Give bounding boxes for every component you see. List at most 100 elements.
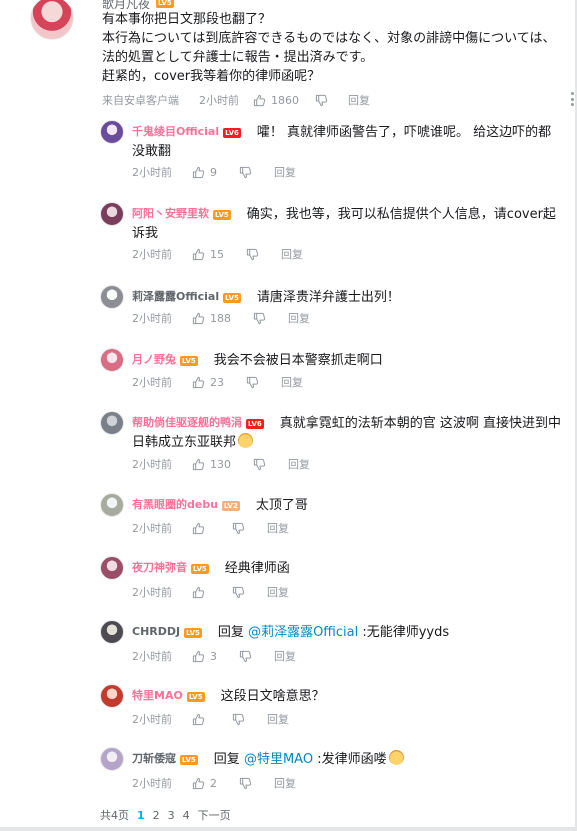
like-button[interactable]: 2: [192, 777, 217, 790]
dislike-button[interactable]: [239, 650, 252, 663]
avatar[interactable]: [100, 120, 124, 144]
like-button[interactable]: [192, 522, 210, 535]
reply-button[interactable]: 回复: [281, 246, 303, 262]
reply-text: 太顶了哥: [255, 498, 308, 513]
avatar[interactable]: [100, 411, 124, 435]
avatar[interactable]: [100, 620, 124, 644]
avatar[interactable]: [100, 684, 124, 708]
page-link[interactable]: 4: [183, 809, 190, 822]
like-count: 9: [210, 165, 217, 179]
reply-meta: 2小时前 188 回复: [132, 310, 310, 326]
comment-text: 有本事你把日文那段也翻了？ 本行為については到底許容できるものではなく、対象の誹…: [102, 10, 562, 86]
thumb-down-icon: [239, 166, 252, 179]
reply-button[interactable]: 回复: [288, 310, 310, 326]
comment-line: 法的処置として弁護士に報告・提出済みです。: [102, 50, 374, 65]
level-badge: LV5: [180, 356, 198, 366]
like-button[interactable]: 9: [192, 166, 217, 179]
page-total: 共4页: [100, 809, 129, 822]
timestamp: 2小时前: [132, 586, 172, 599]
reply-meta: 2小时前 3 回复: [132, 648, 296, 664]
level-badge: LV5: [223, 293, 241, 303]
reply-button[interactable]: 回复: [281, 374, 303, 390]
reply-username[interactable]: 夜刀神弥音: [132, 561, 187, 574]
reply-username[interactable]: 有黑眼圈的debu: [132, 498, 218, 511]
timestamp: 2小时前: [132, 650, 172, 663]
thumb-down-icon: [253, 458, 266, 471]
thumb-down-icon: [253, 312, 266, 325]
reply-username[interactable]: 帮助倘佳驱逐舰的鸭涓: [132, 416, 242, 429]
timestamp: 2小时前: [199, 94, 239, 107]
thumb-down-icon: [232, 713, 245, 726]
dislike-button[interactable]: [232, 713, 245, 726]
thumb-up-icon: [253, 94, 266, 107]
level-badge: LV5: [180, 755, 198, 765]
emoji-icon: [238, 433, 254, 448]
emoji-icon: [388, 750, 404, 765]
thumb-up-icon: [192, 777, 205, 790]
page-link[interactable]: 3: [168, 809, 175, 822]
reply-button[interactable]: 回复: [267, 711, 289, 727]
like-button[interactable]: 3: [192, 650, 217, 663]
dislike-button[interactable]: [315, 94, 328, 107]
avatar[interactable]: [100, 348, 124, 372]
reply-username[interactable]: 阿阳丶安野里软: [132, 207, 209, 220]
avatar[interactable]: [100, 747, 124, 771]
dislike-button[interactable]: [246, 248, 259, 261]
reply-text: :无能律师yyds: [362, 625, 450, 640]
reply-meta: 2小时前 23 回复: [132, 374, 303, 390]
reply-button[interactable]: 回复: [274, 648, 296, 664]
reply-button[interactable]: 回复: [274, 775, 296, 791]
reply-username[interactable]: 月ノ野兔: [132, 353, 176, 366]
like-button[interactable]: 23: [192, 376, 224, 389]
avatar[interactable]: [30, 0, 74, 40]
bottom-border: [0, 827, 577, 831]
comment-line: 赶紧的，cover我等着你的律师函呢？: [102, 69, 321, 84]
reply-username[interactable]: 刀斩倭寇: [132, 752, 176, 765]
reply-text: 请唐泽贵洋弁護士出列！: [256, 290, 400, 305]
thumb-up-icon: [192, 586, 205, 599]
comment-line: 有本事你把日文那段也翻了？: [102, 12, 272, 27]
mention-link[interactable]: @特里MAO: [244, 752, 313, 767]
avatar[interactable]: [100, 285, 124, 309]
mention-link[interactable]: @莉泽露露Official: [248, 625, 358, 640]
thumb-up-icon: [192, 376, 205, 389]
reply-button[interactable]: 回复: [274, 164, 296, 180]
comment-line: 本行為については到底許容できるものではなく、対象の誹謗中傷については、: [102, 31, 556, 46]
reply-username[interactable]: 千鬼绫目Official: [132, 125, 219, 138]
dislike-button[interactable]: [232, 522, 245, 535]
thumb-down-icon: [246, 376, 259, 389]
page-link[interactable]: 2: [153, 809, 160, 822]
timestamp: 2小时前: [132, 777, 172, 790]
like-button[interactable]: [192, 713, 210, 726]
dislike-button[interactable]: [239, 777, 252, 790]
like-button[interactable]: 130: [192, 458, 231, 471]
reply-meta: 2小时前 9 回复: [132, 164, 296, 180]
reply-text: 我会不会被日本警察抓走啊口: [213, 353, 383, 368]
dislike-button[interactable]: [232, 586, 245, 599]
dislike-button[interactable]: [246, 376, 259, 389]
level-badge: LV5: [186, 692, 205, 702]
like-count: 188: [210, 311, 231, 325]
reply-text: 这段日文啥意思？: [220, 689, 325, 704]
like-button[interactable]: 15: [192, 248, 224, 261]
reply-button[interactable]: 回复: [288, 456, 310, 472]
like-count: 2: [210, 776, 217, 790]
dislike-button[interactable]: [253, 458, 266, 471]
reply-button[interactable]: 回复: [267, 520, 289, 536]
like-button[interactable]: [192, 586, 210, 599]
page-link-current[interactable]: 1: [137, 809, 145, 822]
reply-button[interactable]: 回复: [267, 584, 289, 600]
dislike-button[interactable]: [239, 166, 252, 179]
dislike-button[interactable]: [253, 312, 266, 325]
next-page-link[interactable]: 下一页: [198, 807, 231, 823]
avatar[interactable]: [100, 556, 124, 580]
like-button[interactable]: 188: [192, 312, 231, 325]
reply-username[interactable]: CHRDDJ: [132, 625, 180, 638]
thumb-down-icon: [232, 522, 245, 535]
reply-button[interactable]: 回复: [348, 92, 370, 108]
like-button[interactable]: 1860: [253, 94, 299, 107]
avatar[interactable]: [100, 202, 124, 226]
avatar[interactable]: [100, 493, 124, 517]
reply-username[interactable]: 特里MAO: [132, 689, 183, 702]
reply-username[interactable]: 莉泽露露Official: [132, 290, 219, 303]
